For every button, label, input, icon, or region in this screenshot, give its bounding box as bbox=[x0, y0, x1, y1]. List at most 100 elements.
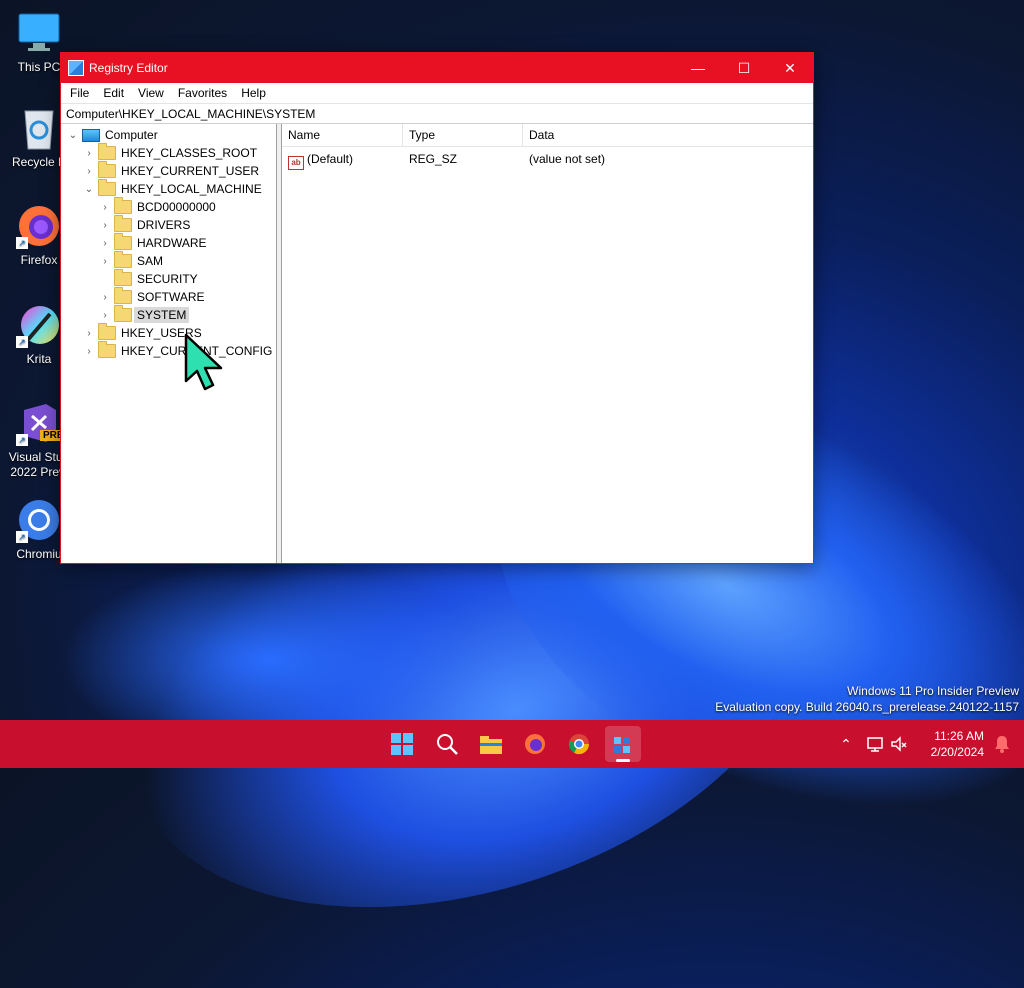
tree-item-hardware[interactable]: › HARDWARE bbox=[99, 233, 207, 252]
chevron-right-icon[interactable]: › bbox=[99, 202, 111, 213]
network-icon[interactable] bbox=[866, 735, 888, 753]
tree-item-hkey-current-config[interactable]: › HKEY_CURRENT_CONFIG bbox=[83, 341, 272, 360]
computer-icon bbox=[82, 128, 100, 142]
value-data: (value not set) bbox=[529, 152, 606, 166]
firefox-taskbar-button[interactable] bbox=[517, 726, 553, 762]
tree-item-drivers[interactable]: › DRIVERS bbox=[99, 215, 191, 234]
monitor-icon bbox=[16, 10, 62, 56]
close-button[interactable]: ✕ bbox=[767, 53, 813, 83]
value-type: REG_SZ bbox=[409, 152, 458, 166]
menu-favorites[interactable]: Favorites bbox=[171, 86, 234, 100]
column-header-type[interactable]: Type bbox=[403, 124, 523, 146]
tree-item-label: HKEY_LOCAL_MACHINE bbox=[121, 182, 262, 196]
firefox-icon: ↗ bbox=[16, 203, 62, 249]
tree-item-label: Computer bbox=[105, 128, 158, 142]
folder-icon bbox=[114, 287, 132, 304]
tree-item-hkey-current-user[interactable]: › HKEY_CURRENT_USER bbox=[83, 161, 260, 180]
chevron-right-icon[interactable]: › bbox=[99, 220, 111, 231]
tree-item-label: BCD00000000 bbox=[137, 200, 216, 214]
tree-item-label: SOFTWARE bbox=[137, 290, 205, 304]
chevron-right-icon[interactable]: › bbox=[99, 292, 111, 303]
shortcut-arrow-icon: ↗ bbox=[16, 336, 28, 348]
address-bar[interactable]: Computer\HKEY_LOCAL_MACHINE\SYSTEM bbox=[61, 103, 813, 124]
active-indicator bbox=[616, 759, 630, 762]
column-header-data[interactable]: Data bbox=[523, 124, 809, 146]
volume-muted-icon[interactable] bbox=[890, 735, 908, 753]
windows-logo-icon bbox=[391, 733, 413, 755]
folder-icon bbox=[98, 161, 116, 178]
search-icon bbox=[437, 734, 458, 755]
chrome-icon bbox=[568, 734, 590, 755]
tree-item-label: HKEY_CLASSES_ROOT bbox=[121, 146, 258, 160]
menu-edit[interactable]: Edit bbox=[96, 86, 131, 100]
tree-item-computer[interactable]: ⌄ Computer bbox=[67, 126, 158, 144]
registry-tree: ⌄ Computer › HKEY_CLASSES_ROOT › HKEY_CU… bbox=[61, 124, 277, 563]
tree-item-label-selected: SYSTEM bbox=[134, 307, 190, 323]
tree-item-label: HKEY_CURRENT_USER bbox=[121, 164, 260, 178]
menu-view[interactable]: View bbox=[131, 86, 171, 100]
visual-studio-icon: PRE ↗ bbox=[16, 400, 67, 446]
folder-icon bbox=[98, 323, 116, 340]
start-button[interactable] bbox=[384, 726, 420, 762]
tree-item-label: DRIVERS bbox=[137, 218, 191, 232]
list-item[interactable]: ab (Default) REG_SZ (value not set) bbox=[282, 150, 813, 170]
tree-item-hkey-classes-root[interactable]: › HKEY_CLASSES_ROOT bbox=[83, 143, 258, 162]
minimize-button[interactable]: — bbox=[675, 53, 721, 83]
title-bar[interactable]: Registry Editor — ☐ ✕ bbox=[61, 53, 813, 83]
taskbar-clock[interactable]: 11:26 AM 2/20/2024 bbox=[931, 728, 984, 760]
evaluation-watermark: Windows 11 Pro Insider Preview Evaluatio… bbox=[715, 683, 1019, 715]
chevron-right-icon[interactable]: › bbox=[83, 148, 95, 159]
menu-bar: File Edit View Favorites Help bbox=[61, 83, 813, 103]
taskbar: ⌃ 11:26 AM 2/20/2024 bbox=[0, 720, 1024, 768]
chevron-down-icon[interactable]: ⌄ bbox=[83, 184, 95, 195]
chrome-taskbar-button[interactable] bbox=[561, 726, 597, 762]
chevron-down-icon[interactable]: ⌄ bbox=[67, 130, 79, 141]
chevron-right-icon[interactable]: › bbox=[83, 346, 95, 357]
folder-icon bbox=[114, 233, 132, 250]
maximize-button[interactable]: ☐ bbox=[721, 53, 767, 83]
file-explorer-button[interactable] bbox=[473, 726, 509, 762]
shortcut-arrow-icon: ↗ bbox=[16, 531, 28, 543]
notification-bell-icon[interactable] bbox=[994, 735, 1010, 753]
folder-icon bbox=[480, 736, 502, 754]
watermark-line: Evaluation copy. Build 26040.rs_prerelea… bbox=[715, 700, 1019, 714]
chevron-up-icon[interactable]: ⌃ bbox=[836, 736, 856, 753]
folder-icon bbox=[114, 197, 132, 214]
window-title: Registry Editor bbox=[89, 61, 168, 75]
chevron-right-icon[interactable]: › bbox=[83, 166, 95, 177]
registry-editor-taskbar-button[interactable] bbox=[605, 726, 641, 762]
folder-icon bbox=[98, 341, 116, 358]
tree-item-sam[interactable]: › SAM bbox=[99, 251, 164, 270]
chevron-right-icon[interactable]: › bbox=[99, 238, 111, 249]
panes: ⌄ Computer › HKEY_CLASSES_ROOT › HKEY_CU… bbox=[61, 124, 813, 563]
tree-item-hkey-local-machine[interactable]: ⌄ HKEY_LOCAL_MACHINE bbox=[83, 179, 262, 198]
string-value-icon: ab bbox=[288, 156, 304, 170]
values-list: Name Type Data ab (Default) REG_SZ (value… bbox=[282, 124, 813, 563]
folder-icon bbox=[114, 305, 132, 322]
chevron-right-icon[interactable]: › bbox=[83, 328, 95, 339]
tree-item-software[interactable]: › SOFTWARE bbox=[99, 287, 205, 306]
registry-editor-icon bbox=[614, 737, 630, 753]
recycle-bin-icon bbox=[16, 105, 62, 151]
registry-editor-icon bbox=[68, 60, 84, 76]
tree-item-system[interactable]: › SYSTEM bbox=[99, 305, 190, 324]
watermark-line: Windows 11 Pro Insider Preview bbox=[847, 684, 1019, 698]
mouse-cursor-icon bbox=[184, 333, 223, 391]
folder-icon bbox=[114, 251, 132, 268]
tree-item-bcd[interactable]: › BCD00000000 bbox=[99, 197, 216, 216]
menu-file[interactable]: File bbox=[63, 86, 96, 100]
folder-icon bbox=[98, 179, 116, 196]
list-header: Name Type Data bbox=[282, 124, 813, 147]
chromium-icon: ↗ bbox=[16, 497, 62, 543]
chevron-right-icon[interactable]: › bbox=[99, 256, 111, 267]
chevron-right-icon[interactable]: › bbox=[99, 310, 111, 321]
value-name: (Default) bbox=[307, 152, 354, 166]
system-tray: ⌃ bbox=[836, 720, 908, 768]
tree-item-label: SAM bbox=[137, 254, 164, 268]
search-button[interactable] bbox=[429, 726, 465, 762]
tree-item-security[interactable]: SECURITY bbox=[99, 269, 198, 288]
column-header-name[interactable]: Name bbox=[282, 124, 403, 146]
menu-help[interactable]: Help bbox=[234, 86, 273, 100]
address-path[interactable]: Computer\HKEY_LOCAL_MACHINE\SYSTEM bbox=[66, 107, 315, 121]
folder-icon bbox=[98, 143, 116, 160]
